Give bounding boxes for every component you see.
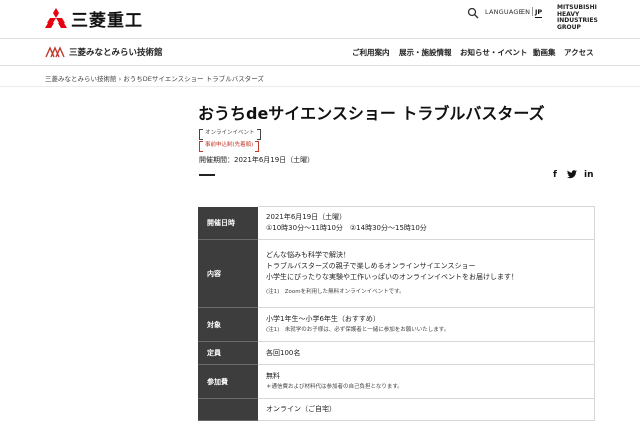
twitter-bird-icon: [567, 170, 577, 179]
value-line: 小学1年生～小学6年生（おすすめ）: [266, 314, 380, 323]
nav-item-guide[interactable]: ご利用案内: [352, 47, 390, 58]
site-name[interactable]: 三菱みなとみらい技術館: [69, 46, 163, 58]
row-label: 内容: [198, 239, 258, 308]
row-value: 小学1年生～小学6年生（おすすめ） (注1) 未就学のお子様は、必ず保護者と一緒…: [258, 307, 595, 342]
reservation-tag: 事前申込制(先着順): [199, 141, 260, 152]
mitsubishi-logo-icon[interactable]: [45, 8, 67, 28]
row-label: 参加費: [198, 364, 258, 399]
value-line: 2021年6月19日（土曜）: [266, 213, 347, 221]
table-row: オンライン（ご自宅）: [198, 398, 595, 421]
event-period: 開催期間：2021年6月19日（土曜）: [199, 156, 315, 164]
divider: [0, 38, 640, 39]
language-jp-link[interactable]: JP: [535, 8, 543, 18]
divider: [0, 86, 640, 87]
value-line: 各回100名: [266, 348, 301, 357]
search-icon[interactable]: [467, 7, 479, 19]
page-title: おうちdeサイエンスショー トラブルバスターズ: [198, 104, 545, 123]
value-line: オンライン（ご自宅）: [266, 405, 336, 413]
facebook-icon[interactable]: f: [553, 170, 557, 180]
note: ＊通信費および材料代は参加者の自己負担となります。: [266, 383, 403, 390]
row-label: 対象: [198, 307, 258, 342]
row-value: 無料 ＊通信費および材料代は参加者の自己負担となります。: [258, 364, 595, 399]
value-line: 小学生にぴったりな実験や工作いっぱいのオンラインイベントをお届けします！: [266, 272, 518, 281]
top-bar: 三菱重工 LANGUAGE : EN JP MITSUBISHI HEAVY I…: [0, 0, 640, 38]
note: (注1) 未就学のお子様は、必ず保護者と一緒に参加をお願いいたします。: [266, 326, 450, 333]
language-en-link[interactable]: EN: [521, 8, 530, 16]
table-row: 対象 小学1年生～小学6年生（おすすめ） (注1) 未就学のお子様は、必ず保護者…: [198, 307, 595, 342]
event-info-table: 開催日時 2021年6月19日（土曜） ①10時30分～11時10分 ②14時3…: [198, 206, 595, 421]
group-logo-line: GROUP: [557, 23, 581, 31]
row-value: どんな悩みも科学で解決！ トラブルバスターズの親子で楽しめるオンラインサイエンス…: [258, 239, 595, 308]
table-row: 内容 どんな悩みも科学で解決！ トラブルバスターズの親子で楽しめるオンラインサイ…: [198, 239, 595, 308]
note: (注1) Zoomを利用した無料オンラインイベントです。: [266, 288, 405, 295]
divider: [199, 174, 215, 176]
nav-item-access[interactable]: アクセス: [564, 47, 594, 58]
row-label: 定員: [198, 341, 258, 365]
table-row: 参加費 無料 ＊通信費および材料代は参加者の自己負担となります。: [198, 364, 595, 399]
nav-item-videos[interactable]: 動画集: [533, 47, 556, 58]
row-value: 2021年6月19日（土曜） ①10時30分～11時10分 ②14時30分～15…: [258, 206, 595, 240]
nav-item-exhibits[interactable]: 展示・施設情報: [399, 47, 452, 58]
row-label: [198, 398, 258, 421]
linkedin-icon[interactable]: in: [584, 170, 594, 180]
breadcrumb[interactable]: 三菱みなとみらい技術館 › おうちDEサイエンスショー トラブルバスターズ: [45, 73, 264, 83]
value-line: 無料: [266, 371, 280, 380]
site-logo-icon[interactable]: [45, 46, 65, 58]
divider: [0, 65, 640, 66]
value-line: どんな悩みも科学で解決！: [266, 250, 350, 259]
table-row: 開催日時 2021年6月19日（土曜） ①10時30分～11時10分 ②14時3…: [198, 206, 595, 240]
value-line: ①10時30分～11時10分 ②14時30分～15時10分: [266, 224, 427, 232]
online-event-tag: オンラインイベント: [199, 129, 261, 140]
nav-item-news-events[interactable]: お知らせ・イベント: [460, 47, 527, 58]
row-value: オンライン（ご自宅）: [258, 398, 595, 421]
group-logo[interactable]: MITSUBISHI HEAVY INDUSTRIES GROUP: [557, 4, 598, 31]
row-value: 各回100名: [258, 341, 595, 365]
row-label: 開催日時: [198, 206, 258, 240]
brand-name[interactable]: 三菱重工: [71, 6, 143, 31]
twitter-icon[interactable]: [567, 170, 577, 182]
table-row: 定員 各回100名: [198, 341, 595, 365]
language-divider: [532, 7, 533, 16]
value-line: トラブルバスターズの親子で楽しめるオンラインサイエンスショー: [266, 261, 476, 270]
